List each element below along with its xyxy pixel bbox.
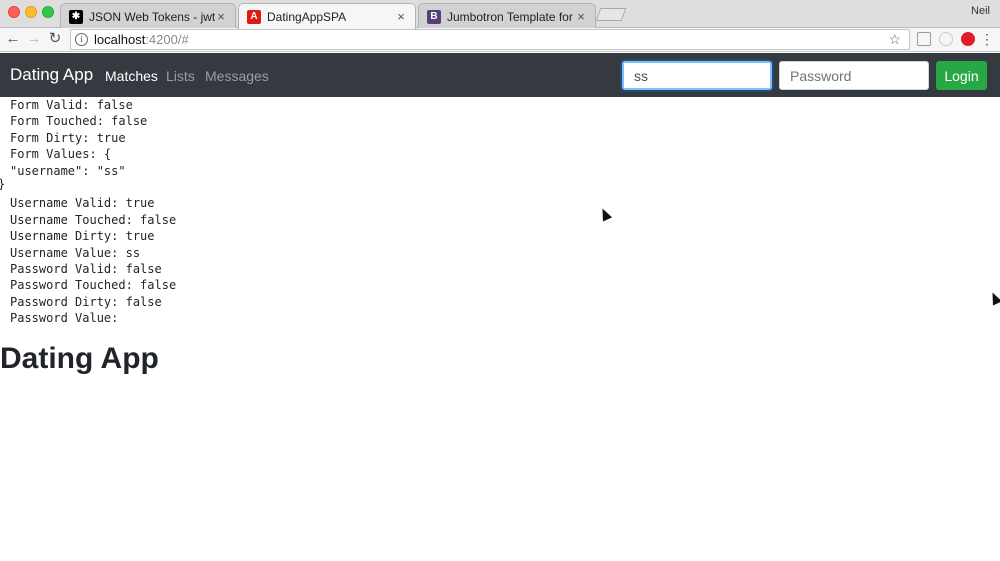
login-button[interactable]: Login [936,61,987,90]
debug-line: Password Touched: false [10,278,177,293]
tab-title: JSON Web Tokens - jwt.io [89,9,215,24]
browser-tab-bar: ✱ JSON Web Tokens - jwt.io × A DatingApp… [0,0,1000,29]
form-debug-output: Form Valid: false Form Touched: false Fo… [10,97,176,326]
nav-link-matches[interactable]: Matches [105,68,158,84]
url-host: localhost [94,32,146,47]
debug-line: Form Touched: false [10,114,148,129]
url-path: :4200/# [145,32,189,47]
mouse-cursor-icon [597,206,613,222]
opera-extension-icon[interactable] [961,32,975,46]
jwt-favicon-icon: ✱ [69,9,83,24]
debug-line: Username Value: ss [10,245,141,260]
new-tab-button[interactable] [595,8,627,21]
tab-close-icon[interactable]: × [575,9,587,24]
debug-line: Password Valid: false [10,261,162,276]
debug-line [10,179,176,195]
username-input[interactable] [622,61,772,90]
info-icon[interactable]: i [75,33,88,46]
back-arrow-icon[interactable]: ← [4,30,22,48]
debug-line: Username Dirty: true [10,229,155,244]
extension-icon[interactable] [917,32,931,46]
browser-menu-icon[interactable]: ⋮ [978,30,996,48]
window-zoom-button[interactable] [42,6,54,18]
extension-icon[interactable] [939,32,953,46]
password-input[interactable] [779,61,929,90]
app-navbar: Dating App Matches Lists Messages Login [0,53,1000,97]
nav-link-messages[interactable]: Messages [205,68,269,84]
tab-title: DatingAppSPA [267,9,347,24]
debug-line: Password Value: [10,311,119,326]
page-viewport: Dating App Matches Lists Messages Login … [0,53,1000,561]
tab-close-icon[interactable]: × [395,9,407,24]
debug-line: Username Touched: false [10,212,177,227]
debug-line: Form Dirty: true [10,130,126,145]
debug-line: Password Dirty: false [10,294,162,309]
tab-jwt[interactable]: ✱ JSON Web Tokens - jwt.io × [60,3,236,29]
tab-title: Jumbotron Template for Bootst [447,9,575,24]
debug-line: Form Values: { [10,147,112,162]
nav-link-lists[interactable]: Lists [166,68,195,84]
tab-close-icon[interactable]: × [215,9,227,24]
page-heading: Dating App [0,342,159,375]
debug-line: Username Valid: true [10,196,155,211]
json-closing-brace: } [0,177,5,191]
window-close-button[interactable] [8,6,20,18]
debug-line: "username": "ss" [10,163,126,178]
window-minimize-button[interactable] [25,6,37,18]
tab-datingappspa[interactable]: A DatingAppSPA × [238,3,416,29]
forward-arrow-icon[interactable]: → [25,30,43,48]
navbar-brand[interactable]: Dating App [10,65,93,85]
angular-favicon-icon: A [247,9,261,24]
reload-icon[interactable]: ↻ [46,30,64,48]
debug-line: Form Valid: false [10,98,133,112]
bookmark-star-icon[interactable]: ☆ [888,31,901,48]
profile-name[interactable]: Neil [971,5,990,17]
mouse-cursor-icon [987,290,1000,306]
bootstrap-favicon-icon: B [427,9,441,24]
address-bar[interactable]: i localhost:4200/# ☆ [70,29,910,50]
browser-toolbar: ← → ↻ i localhost:4200/# ☆ ⋮ [0,28,1000,52]
tab-jumbotron[interactable]: B Jumbotron Template for Bootst × [418,3,596,29]
